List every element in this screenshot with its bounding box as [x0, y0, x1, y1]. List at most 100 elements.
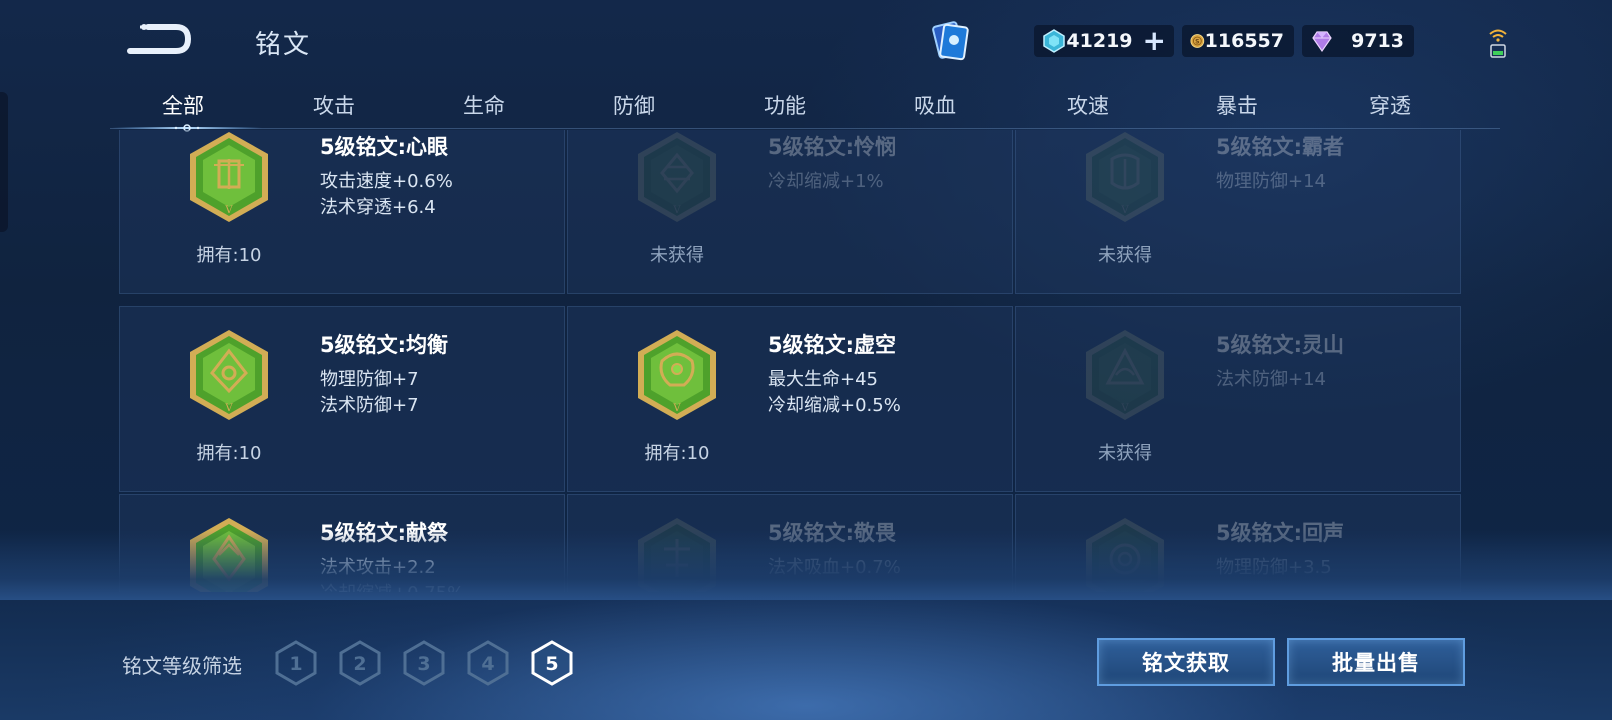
emblem-xianji-icon: V: [186, 515, 272, 592]
gold-currency: S 116557: [1182, 25, 1294, 57]
svg-text:V: V: [224, 403, 233, 414]
emblem-jingwei-icon: V: [638, 518, 716, 592]
tab-health[interactable]: 生命: [463, 90, 505, 120]
inscription-stat: 法术穿透+6.4: [320, 197, 436, 218]
tab-divider: [110, 128, 1500, 129]
level-number: 4: [481, 653, 494, 675]
emblem-junheng-icon: V: [190, 330, 268, 420]
tab-all[interactable]: 全部: [162, 90, 204, 120]
emblem-bazhe-icon: V: [1086, 132, 1164, 222]
page-title: 铭文: [255, 30, 312, 60]
crystal-currency: 41219 +: [1034, 25, 1174, 57]
back-arrow-icon[interactable]: [126, 22, 192, 56]
inscription-name: 5级铭文:献祭: [320, 521, 449, 545]
emblem-xinyan-icon: V: [186, 130, 272, 225]
diamond-icon: [1312, 31, 1332, 53]
emblem-jingwei-icon: V: [634, 515, 720, 592]
emblem-junheng-icon: V: [186, 327, 272, 423]
inscription-name: 5级铭文:灵山: [1216, 333, 1345, 357]
gold-amount: 116557: [1204, 30, 1284, 52]
svg-text:V: V: [1120, 403, 1129, 414]
inscription-card[interactable]: V 5级铭文:敬畏法术吸血+0.7%: [567, 494, 1013, 592]
inscription-name: 5级铭文:心眼: [320, 135, 449, 159]
inscription-card[interactable]: V 5级铭文:献祭法术攻击+2.2冷却缩减+0.75%: [119, 494, 565, 592]
owned-count: 拥有:10: [644, 443, 710, 464]
svg-text:V: V: [224, 205, 233, 216]
add-crystal-button[interactable]: +: [1143, 27, 1166, 55]
inscription-card[interactable]: V 5级铭文:灵山 法术防御+14 未获得: [1015, 306, 1461, 492]
emblem-lingshan-icon: V: [1086, 330, 1164, 420]
inscription-stat: 物理防御+3.5: [1216, 557, 1332, 578]
emblem-lianmin-icon: V: [638, 132, 716, 222]
diamond-amount: 9713: [1351, 30, 1404, 52]
emblem-xukong-icon: V: [638, 330, 716, 420]
inscription-grid: V 5级铭文:心眼 攻击速度+0.6% 法术穿透+6.4 拥有:10 V 5级铭文:怜悯 冷却…: [0, 130, 1612, 592]
level-number: 3: [417, 653, 430, 675]
svg-text:V: V: [1120, 205, 1129, 216]
owned-count: 未获得: [650, 245, 704, 266]
inscription-stat: 冷却缩减+0.75%: [320, 579, 464, 592]
inscription-card[interactable]: V 5级铭文:霸者 物理防御+14 未获得: [1015, 130, 1461, 294]
inscription-name: 5级铭文:均衡: [320, 333, 449, 357]
inscription-name: 5级铭文:回声: [1216, 521, 1345, 545]
inscription-stat: 物理防御+7: [320, 369, 419, 390]
tab-attack-speed[interactable]: 攻速: [1067, 90, 1109, 120]
diamond-currency: 9713: [1302, 25, 1414, 57]
bulk-sell-button[interactable]: 批量出售: [1287, 638, 1465, 686]
crystal-icon: [1043, 29, 1065, 53]
inscription-stat: 攻击速度+0.6%: [320, 171, 453, 192]
emblem-huisheng-icon: V: [1082, 515, 1168, 592]
emblem-xianji-icon: V: [190, 518, 268, 592]
crystal-amount: 41219: [1066, 30, 1133, 52]
tab-utility[interactable]: 功能: [764, 90, 806, 120]
level-number: 1: [289, 653, 302, 675]
level-filter-4[interactable]: 4: [466, 640, 510, 686]
svg-text:V: V: [224, 591, 233, 592]
tab-lifesteal[interactable]: 吸血: [914, 90, 956, 120]
category-tabs: 全部 攻击 生命 防御 功能 吸血 攻速 暴击 穿透: [110, 84, 1500, 130]
inscription-card[interactable]: V 5级铭文:均衡 物理防御+7 法术防御+7 拥有:10: [119, 306, 565, 492]
level-filter-label: 铭文等级筛选: [122, 654, 242, 678]
wifi-battery-icon: [1489, 29, 1507, 58]
owned-count: 拥有:10: [196, 245, 262, 266]
emblem-huisheng-icon: V: [1086, 518, 1164, 592]
svg-text:V: V: [1120, 591, 1129, 592]
inscription-name: 5级铭文:霸者: [1216, 135, 1345, 159]
emblem-lianmin-icon: V: [634, 130, 720, 225]
emblem-lingshan-icon: V: [1082, 327, 1168, 423]
inscription-card[interactable]: V 5级铭文:怜悯 冷却缩减+1% 未获得: [567, 130, 1013, 294]
owned-count: 拥有:10: [196, 443, 262, 464]
inscription-stat: 法术防御+14: [1216, 369, 1326, 390]
inscription-stat: 冷却缩减+1%: [768, 171, 884, 192]
tab-defense[interactable]: 防御: [613, 90, 655, 120]
svg-text:V: V: [672, 205, 681, 216]
inscription-name: 5级铭文:怜悯: [768, 135, 897, 159]
level-number: 5: [545, 653, 558, 675]
level-filter-5[interactable]: 5: [530, 640, 574, 686]
level-filter-2[interactable]: 2: [338, 640, 382, 686]
inscription-stat: 冷却缩减+0.5%: [768, 395, 901, 416]
tab-penetration[interactable]: 穿透: [1369, 90, 1411, 120]
inscription-stat: 法术攻击+2.2: [320, 557, 436, 578]
inscription-book-icon[interactable]: [928, 18, 974, 64]
inscription-card[interactable]: V 5级铭文:回声物理防御+3.5: [1015, 494, 1461, 592]
tab-attack[interactable]: 攻击: [313, 90, 355, 120]
emblem-xinyan-icon: V: [190, 132, 268, 222]
inscription-stat: 最大生命+45: [768, 369, 878, 390]
gold-coin-icon: S: [1190, 34, 1205, 48]
svg-text:V: V: [672, 403, 681, 414]
emblem-bazhe-icon: V: [1082, 130, 1168, 225]
level-number: 2: [353, 653, 366, 675]
level-filter-3[interactable]: 3: [402, 640, 446, 686]
inscription-card[interactable]: V 5级铭文:虚空 最大生命+45 冷却缩减+0.5% 拥有:10: [567, 306, 1013, 492]
tab-critical[interactable]: 暴击: [1216, 90, 1258, 120]
svg-text:S: S: [1195, 38, 1199, 45]
inscription-name: 5级铭文:虚空: [768, 333, 897, 357]
inscription-stat: 物理防御+14: [1216, 171, 1326, 192]
inscription-stat: 法术防御+7: [320, 395, 419, 416]
get-inscription-button[interactable]: 铭文获取: [1097, 638, 1275, 686]
inscription-card[interactable]: V 5级铭文:心眼 攻击速度+0.6% 法术穿透+6.4 拥有:10: [119, 130, 565, 294]
level-filter-1[interactable]: 1: [274, 640, 318, 686]
svg-text:V: V: [672, 591, 681, 592]
owned-count: 未获得: [1098, 245, 1152, 266]
